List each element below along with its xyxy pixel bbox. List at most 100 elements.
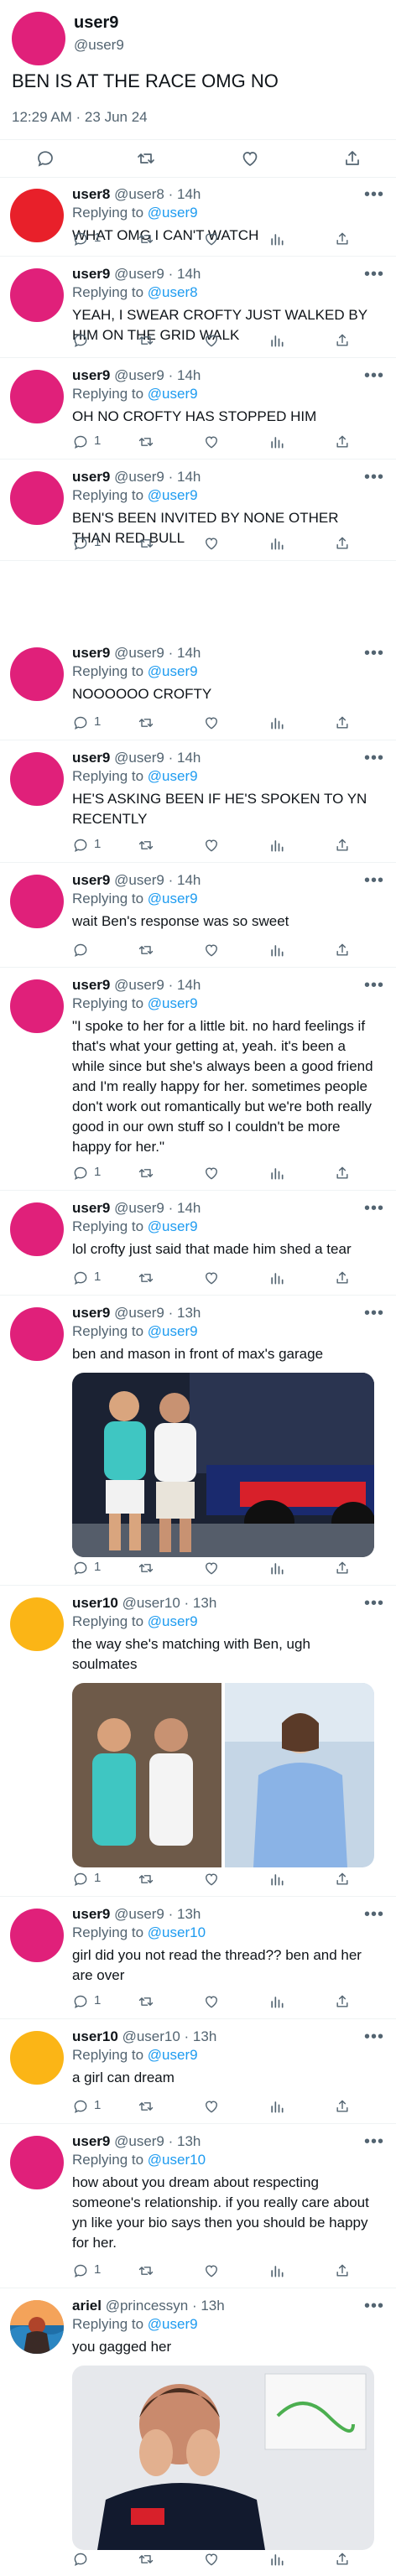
like-icon[interactable] <box>240 148 260 169</box>
author-handle[interactable]: @user9 <box>114 266 164 282</box>
like-icon[interactable] <box>203 2098 220 2115</box>
avatar[interactable] <box>10 2300 64 2354</box>
more-icon[interactable]: ••• <box>364 366 384 386</box>
like-icon[interactable] <box>203 434 220 450</box>
reply-icon[interactable] <box>72 535 89 552</box>
avatar[interactable] <box>12 12 65 65</box>
share-icon[interactable] <box>334 942 351 958</box>
author-handle[interactable]: @user10 <box>122 2028 180 2044</box>
retweet-icon[interactable] <box>138 535 154 552</box>
share-icon[interactable] <box>334 2098 351 2115</box>
share-icon[interactable] <box>334 1165 351 1182</box>
reply-icon[interactable] <box>72 2098 89 2115</box>
retweet-icon[interactable] <box>138 2262 154 2279</box>
stats-icon[interactable] <box>268 535 285 552</box>
avatar[interactable] <box>10 2031 64 2085</box>
reply-tweet[interactable]: user9 @user9 · 14h Replying to @user9 NO… <box>0 636 396 740</box>
stats-icon[interactable] <box>268 837 285 854</box>
reply-icon[interactable] <box>72 1560 89 1576</box>
more-icon[interactable]: ••• <box>364 468 384 487</box>
author-handle[interactable]: @user9 <box>114 645 164 661</box>
retweet-icon[interactable] <box>138 2098 154 2115</box>
share-icon[interactable] <box>334 714 351 731</box>
author-name[interactable]: user9 <box>72 750 110 766</box>
mention-link[interactable]: @user10 <box>148 1924 206 1940</box>
author-handle[interactable]: @user9 <box>114 750 164 766</box>
avatar[interactable] <box>10 1202 64 1256</box>
mention-link[interactable]: @user9 <box>148 891 198 906</box>
tweet-time[interactable]: · 14h <box>169 872 201 888</box>
like-icon[interactable] <box>203 1993 220 2010</box>
reply-tweet[interactable]: user9 @user9 · 14h Replying to @user9 wa… <box>0 863 396 968</box>
like-icon[interactable] <box>203 332 220 349</box>
avatar[interactable] <box>10 370 64 423</box>
share-icon[interactable] <box>334 2262 351 2279</box>
retweet-icon[interactable] <box>138 231 154 247</box>
retweet-icon[interactable] <box>138 942 154 958</box>
avatar[interactable] <box>10 979 64 1033</box>
stats-icon[interactable] <box>268 332 285 349</box>
stats-icon[interactable] <box>268 2098 285 2115</box>
stats-icon[interactable] <box>268 2262 285 2279</box>
share-icon[interactable] <box>334 1560 351 1576</box>
more-icon[interactable]: ••• <box>364 1594 384 1613</box>
reply-icon[interactable] <box>72 1165 89 1182</box>
share-icon[interactable] <box>334 2551 351 2568</box>
tweet-time[interactable]: · 14h <box>169 1200 201 1216</box>
retweet-icon[interactable] <box>138 332 154 349</box>
author-name[interactable]: user9 <box>72 1906 110 1922</box>
reply-icon[interactable] <box>72 434 89 450</box>
more-icon[interactable]: ••• <box>364 2132 384 2152</box>
tweet-time[interactable]: · 14h <box>169 367 201 383</box>
share-icon[interactable] <box>334 434 351 450</box>
reply-icon[interactable] <box>72 1270 89 1286</box>
reply-tweet[interactable]: user9 @user9 · 13h Replying to @user10 g… <box>0 1897 396 2019</box>
like-icon[interactable] <box>203 1871 220 1888</box>
more-icon[interactable]: ••• <box>364 1199 384 1218</box>
author-name[interactable]: user9 <box>72 1200 110 1216</box>
avatar[interactable] <box>10 1909 64 1962</box>
stats-icon[interactable] <box>268 1270 285 1286</box>
like-icon[interactable] <box>203 1270 220 1286</box>
more-icon[interactable]: ••• <box>364 265 384 284</box>
mention-link[interactable]: @user9 <box>148 1218 198 1234</box>
author-name[interactable]: user9 <box>72 1305 110 1321</box>
share-icon[interactable] <box>334 1993 351 2010</box>
reply-tweet[interactable]: user9 @user9 · 13h Replying to @user9 be… <box>0 1296 396 1586</box>
retweet-icon[interactable] <box>138 434 154 450</box>
author-handle[interactable]: @user9 <box>114 1906 164 1922</box>
stats-icon[interactable] <box>268 942 285 958</box>
author-name[interactable]: user8 <box>72 186 110 202</box>
more-icon[interactable]: ••• <box>364 2297 384 2316</box>
author-handle[interactable]: @user9 <box>114 2133 164 2149</box>
retweet-icon[interactable] <box>136 148 156 169</box>
author-handle[interactable]: @user8 <box>114 186 164 202</box>
tweet-timestamp[interactable]: 12:29 AM · 23 Jun 24 <box>12 109 148 126</box>
reply-icon[interactable] <box>72 942 89 958</box>
reply-tweet[interactable]: user9 @user9 · 14h Replying to @user9 "I… <box>0 968 396 1191</box>
more-icon[interactable]: ••• <box>364 749 384 768</box>
reply-tweet[interactable]: user9 @user9 · 14h Replying to @user9 HE… <box>0 740 396 863</box>
mention-link[interactable]: @user8 <box>148 284 198 300</box>
tweet-time[interactable]: · 13h <box>169 1906 201 1922</box>
retweet-icon[interactable] <box>138 1560 154 1576</box>
author-handle[interactable]: @user9 <box>114 1200 164 1216</box>
stats-icon[interactable] <box>268 1993 285 2010</box>
share-icon[interactable] <box>334 1871 351 1888</box>
mention-link[interactable]: @user9 <box>148 1323 198 1339</box>
stats-icon[interactable] <box>268 1871 285 1888</box>
stats-icon[interactable] <box>268 434 285 450</box>
mention-link[interactable]: @user9 <box>148 768 198 784</box>
tweet-time[interactable]: · 14h <box>169 266 201 282</box>
tweet-time[interactable]: · 14h <box>169 977 201 993</box>
author-handle[interactable]: @user10 <box>122 1595 180 1611</box>
author-handle[interactable]: @user9 <box>114 469 164 485</box>
more-icon[interactable]: ••• <box>364 185 384 205</box>
avatar[interactable] <box>10 752 64 806</box>
author-name[interactable]: user9 <box>72 645 110 661</box>
tweet-time[interactable]: · 14h <box>169 469 201 485</box>
like-icon[interactable] <box>203 714 220 731</box>
stats-icon[interactable] <box>268 714 285 731</box>
mention-link[interactable]: @user10 <box>148 2152 206 2168</box>
reply-tweet[interactable]: user9 @user9 · 13h Replying to @user10 h… <box>0 2124 396 2288</box>
